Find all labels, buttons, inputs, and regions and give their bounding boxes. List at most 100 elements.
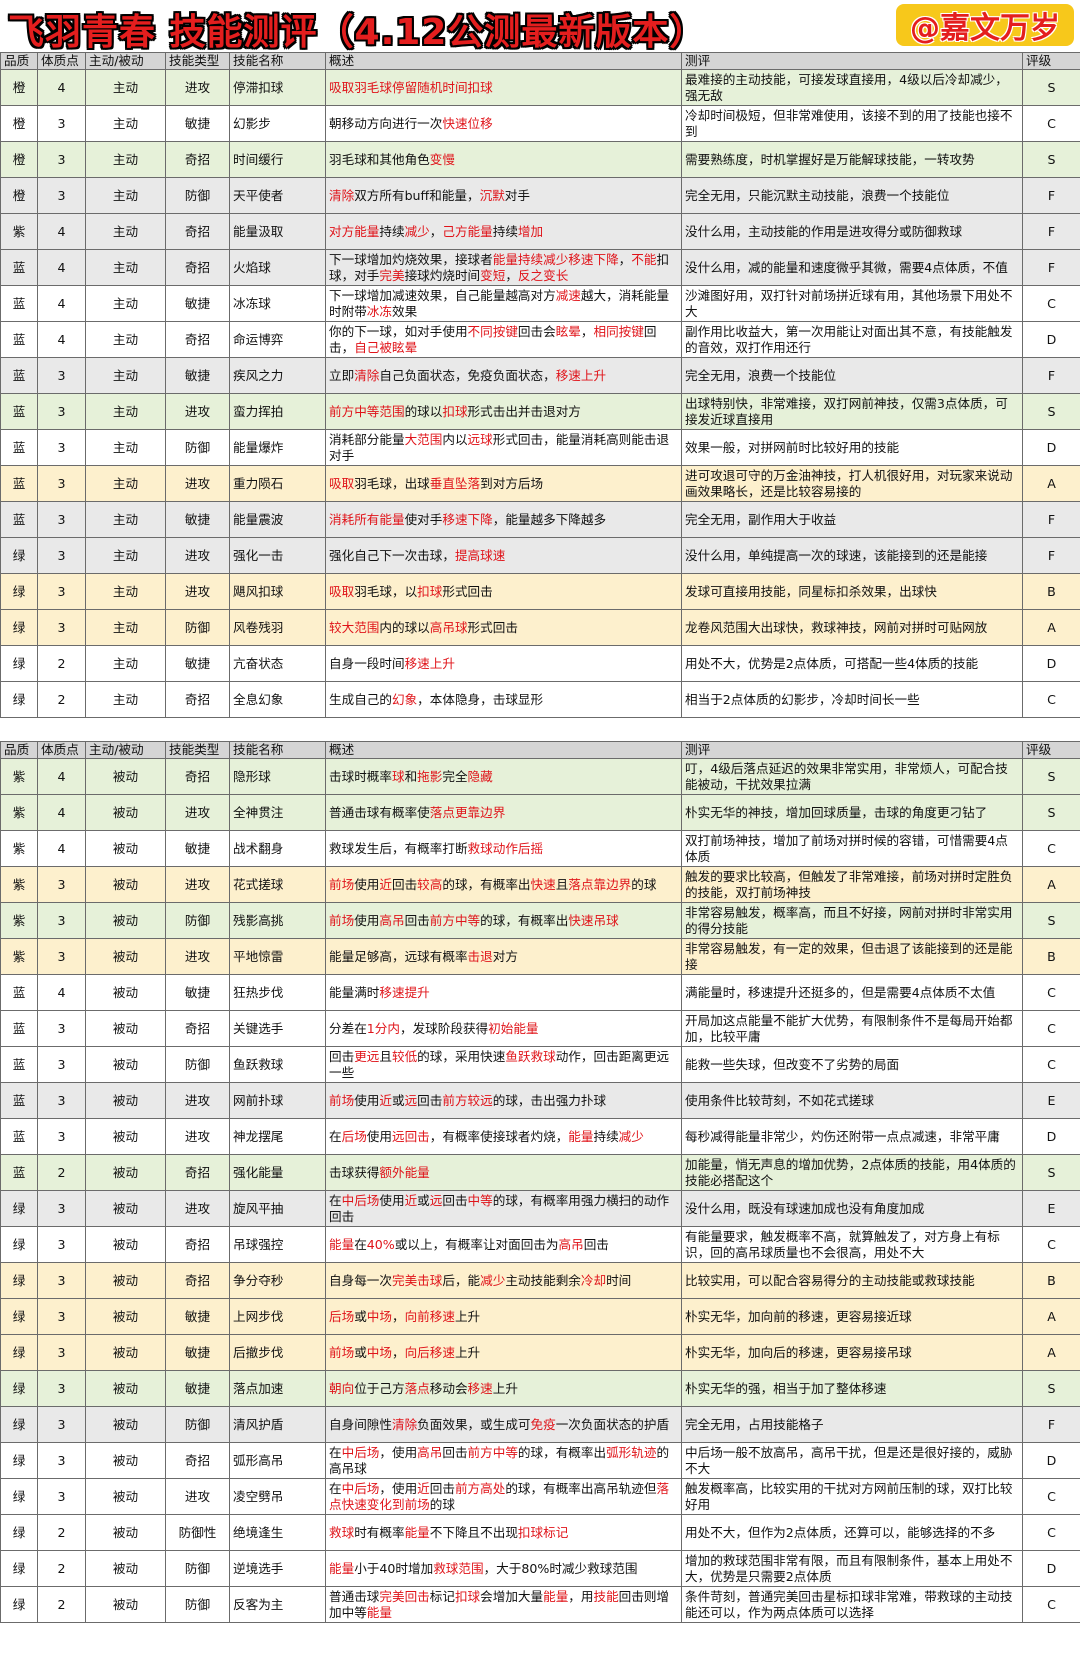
- cell-grade: S: [1022, 758, 1080, 795]
- cell-grade: B: [1022, 573, 1080, 610]
- cell-quality: 橙: [0, 105, 38, 142]
- cell-review: 每秒减得能量非常少，灼伤还附带一点点减速，非常平庸: [681, 1118, 1023, 1155]
- desc-text: 或: [354, 1344, 367, 1360]
- cell-grade: D: [1022, 1442, 1080, 1479]
- desc-text: 对手: [504, 187, 530, 203]
- highlight-text: 高吊: [417, 1444, 443, 1460]
- highlight-text: 己方能量: [442, 223, 493, 239]
- cell-points: 3: [37, 866, 86, 903]
- desc-text: ，本体隐身，击球显形: [417, 691, 544, 707]
- desc-text: 立即: [329, 367, 355, 383]
- highlight-text: 能量: [329, 1560, 355, 1576]
- desc-text: 的球: [631, 876, 657, 892]
- desc-text: 不下降且不出现: [429, 1524, 518, 1540]
- cell-type: 敏捷: [165, 1298, 230, 1335]
- highlight-text: 中后场: [341, 1480, 380, 1496]
- cell-review: 完全无用，浪费一个技能位: [681, 357, 1023, 394]
- skill-row: 蓝 4 被动 敏捷 狂热步伐 能量满时移速提升 满能量时，移速提升还挺多的，但是需要4点体质…: [0, 974, 1080, 1011]
- cell-description: 朝向位于己方落点移动会移速上升: [325, 1370, 682, 1407]
- desc-text: 或: [417, 1192, 430, 1208]
- cell-points: 3: [37, 1298, 86, 1335]
- cell-type: 防御: [165, 1550, 230, 1587]
- cell-points: 2: [37, 1550, 86, 1587]
- cell-type: 敏捷: [165, 645, 230, 682]
- cell-type: 奇招: [165, 1442, 230, 1479]
- cell-grade: S: [1022, 902, 1080, 939]
- cell-quality: 绿: [0, 645, 38, 682]
- skill-row: 蓝 3 主动 敏捷 疾风之力 立即清除自己负面状态，免疫负面状态，移速上升 完全无用，浪费一…: [0, 357, 1080, 394]
- desc-text: 上升: [454, 1308, 481, 1324]
- desc-text: 主动技能剩余: [505, 1272, 581, 1288]
- cell-points: 2: [37, 1586, 86, 1623]
- cell-type: 防御: [165, 177, 230, 214]
- cell-grade: S: [1022, 141, 1080, 178]
- cell-skill-name: 疾风之力: [229, 357, 326, 394]
- cell-points: 3: [37, 1190, 86, 1227]
- desc-text: 使用: [354, 876, 380, 892]
- cell-grade: A: [1022, 609, 1080, 646]
- desc-text: 内的球以: [379, 619, 430, 635]
- skill-row: 绿 2 被动 防御 反客为主 普通击球完美回击标记扣球会增加大量能量，用技能回击则增加中等…: [0, 1586, 1080, 1623]
- highlight-text: 减速: [555, 287, 581, 303]
- cell-description: 能量足够高，远球有概率击退对方: [325, 938, 682, 975]
- highlight-text: 向后移速: [404, 1344, 455, 1360]
- highlight-text: 近: [404, 1192, 418, 1208]
- cell-quality: 绿: [0, 1226, 38, 1263]
- skill-row: 绿 3 被动 奇招 弧形高吊 在中后场，使用高吊回击前方中等的球，有概率出弧形轨迹的高吊球…: [0, 1442, 1080, 1479]
- cell-review: 朴实无华，加向后的移速，更容易接吊球: [681, 1334, 1023, 1371]
- cell-mode: 主动: [85, 69, 166, 106]
- cell-grade: A: [1022, 465, 1080, 502]
- desc-text: 接球灼烧时间: [404, 267, 481, 283]
- cell-review: 非常容易触发，概率高，而且不好接，网前对拼时非常实用的得分技能: [681, 902, 1023, 939]
- highlight-text: 向前移速: [404, 1308, 455, 1324]
- skill-row: 蓝 3 主动 进攻 重力陨石 吸取羽毛球，出球垂直坠落到对方后场 进可攻退可守的万金油神技，…: [0, 465, 1080, 502]
- skill-row: 绿 2 被动 防御 逆境选手 能量小于40时增加救球范围，大于80%时减少救球范围 增加的救…: [0, 1550, 1080, 1587]
- cell-quality: 蓝: [0, 285, 38, 322]
- desc-text: 的球，有概率出高吊轨迹但: [505, 1480, 657, 1496]
- cell-description: 下一球增加灼烧效果，接球者能量持续减少移速下降，不能扣球，对手完美接球灼烧时间变…: [325, 249, 682, 286]
- highlight-text: 眩晕: [555, 323, 581, 339]
- desc-text: 使用: [366, 1128, 392, 1144]
- desc-text: 回击: [442, 1192, 468, 1208]
- desc-text: 或: [354, 1308, 367, 1324]
- highlight-text: 免疫: [530, 1416, 556, 1432]
- cell-points: 2: [37, 1154, 86, 1191]
- cell-skill-name: 强化一击: [229, 537, 326, 574]
- desc-text: 持续: [492, 223, 518, 239]
- skill-row: 紫 4 主动 奇招 能量汲取 对方能量持续减少，己方能量持续增加 没什么用，主动技能的作用是…: [0, 213, 1080, 250]
- active-skills-table: 品质 体质点 主动/被动 技能类型 技能名称 概述 测评 评级 橙 4 主动 进攻 停滞…: [0, 52, 1080, 718]
- cell-mode: 主动: [85, 285, 166, 322]
- cell-grade: S: [1022, 393, 1080, 430]
- cell-skill-name: 隐形球: [229, 758, 326, 795]
- cell-review: 进可攻退可守的万金油神技，打人机很好用，对玩家来说动画效果略长，还是比较容易接的: [681, 465, 1023, 502]
- cell-points: 4: [37, 69, 86, 106]
- highlight-text: 快速: [530, 876, 556, 892]
- highlight-text: 击退: [467, 948, 493, 964]
- cell-quality: 绿: [0, 1370, 38, 1407]
- desc-text: 内以: [442, 431, 468, 447]
- highlight-text: 清除: [329, 187, 355, 203]
- cell-grade: E: [1022, 1082, 1080, 1119]
- cell-description: 回击更远且较低的球，采用快速鱼跃救球动作，回击距离更远一些: [325, 1046, 682, 1083]
- cell-review: 完全无用，占用技能格子: [681, 1406, 1023, 1443]
- highlight-text: 救球范围: [433, 1560, 484, 1576]
- cell-points: 4: [37, 794, 86, 831]
- cell-grade: F: [1022, 177, 1080, 214]
- cell-type: 敏捷: [165, 105, 230, 142]
- desc-text: 回击: [404, 912, 430, 928]
- highlight-text: 远: [404, 1092, 418, 1108]
- desc-text: 下一球增加灼烧效果，接球者: [329, 251, 493, 267]
- cell-type: 防御性: [165, 1514, 230, 1551]
- cell-type: 敏捷: [165, 501, 230, 538]
- cell-mode: 主动: [85, 321, 166, 358]
- desc-text: 小于40时增加: [354, 1560, 434, 1576]
- cell-mode: 被动: [85, 1442, 166, 1479]
- cell-review: 完全无用，只能沉默主动技能，浪费一个技能位: [681, 177, 1023, 214]
- desc-text: ，使用: [379, 1444, 418, 1460]
- cell-review: 相当于2点体质的幻影步，冷却时间长一些: [681, 681, 1023, 718]
- cell-type: 奇招: [165, 1226, 230, 1263]
- cell-quality: 蓝: [0, 1010, 38, 1047]
- highlight-text: 幻象: [391, 691, 418, 707]
- cell-mode: 主动: [85, 681, 166, 718]
- cell-review: 发球可直接用技能，同星标扣杀效果，出球快: [681, 573, 1023, 610]
